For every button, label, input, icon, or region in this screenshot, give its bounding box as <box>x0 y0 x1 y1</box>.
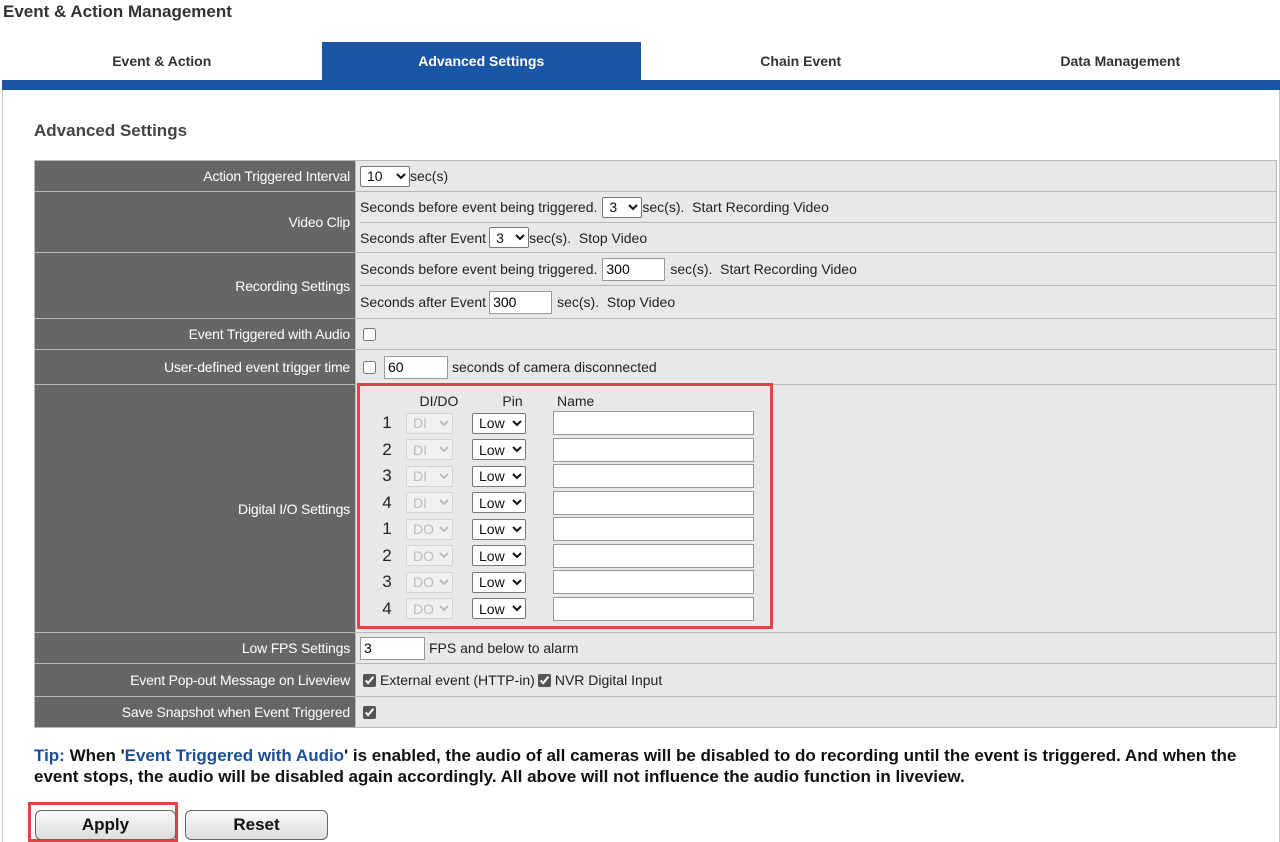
dio-number: 4 <box>382 492 392 512</box>
tab-event-action[interactable]: Event & Action <box>2 42 322 80</box>
user-defined-trigger-checkbox[interactable] <box>363 360 376 374</box>
dio-type-select[interactable]: DO <box>406 518 453 540</box>
dio-name-input[interactable] <box>553 437 754 462</box>
dio-pin-select[interactable]: Low <box>472 439 526 461</box>
tab-bar: Event & Action Advanced Settings Chain E… <box>2 42 1280 80</box>
dio-name-input[interactable] <box>553 464 754 489</box>
tab-advanced-settings[interactable]: Advanced Settings <box>321 42 641 80</box>
nvr-digital-input-label: NVR Digital Input <box>554 672 663 688</box>
dio-type-select[interactable]: DI <box>406 439 453 461</box>
dio-pin-select[interactable]: Low <box>472 465 526 487</box>
settings-table: Action Triggered Interval 10 sec(s) Vide… <box>34 160 1277 728</box>
recording-before-text: Seconds before event being triggered. <box>360 261 598 277</box>
tab-data-management[interactable]: Data Management <box>961 42 1280 80</box>
recording-settings-label: Recording Settings <box>34 252 356 319</box>
dio-number: 4 <box>382 598 392 618</box>
video-clip-after-select[interactable]: 3 <box>489 227 530 248</box>
dio-row: 3 DO Low <box>368 569 754 596</box>
recording-after-input[interactable] <box>489 290 553 314</box>
dio-type-select[interactable]: DO <box>406 545 453 567</box>
action-interval-label: Action Triggered Interval <box>34 160 356 192</box>
video-clip-before-suffix: sec(s). Start Recording Video <box>642 199 829 215</box>
external-event-label: External event (HTTP-in) <box>380 672 535 688</box>
section-title: Advanced Settings <box>34 121 188 140</box>
dio-row: 1 DO Low <box>368 516 754 543</box>
tip-pre: When ' <box>64 746 125 765</box>
dio-number: 1 <box>382 519 392 539</box>
dio-type-select[interactable]: DO <box>406 598 453 620</box>
snapshot-label: Save Snapshot when Event Triggered <box>34 696 356 728</box>
dio-type-select[interactable]: DO <box>406 571 453 593</box>
recording-before-suffix: sec(s). Start Recording Video <box>670 261 857 277</box>
video-clip-label: Video Clip <box>34 191 356 253</box>
digital-io-table: DI/DO Pin Name 1 DI Low 2 DI Low 3 DI Low 4 DI Low 1… <box>368 392 754 622</box>
user-defined-trigger-label: User-defined event trigger time <box>34 349 356 385</box>
external-event-checkbox[interactable] <box>363 673 376 687</box>
dido-header: DI/DO <box>419 393 459 409</box>
app-title: Event & Action Management <box>3 2 232 21</box>
user-defined-trigger-input[interactable] <box>384 355 448 379</box>
dio-row: 4 DI Low <box>368 490 754 517</box>
tip-label: Tip: <box>34 746 65 765</box>
recording-before-input[interactable] <box>602 257 666 281</box>
dio-number: 3 <box>382 466 392 486</box>
popout-label: Event Pop-out Message on Liveview <box>34 663 356 697</box>
audio-trigger-label: Event Triggered with Audio <box>34 318 356 350</box>
reset-button[interactable]: Reset <box>185 810 328 840</box>
low-fps-label: Low FPS Settings <box>34 632 356 664</box>
dio-pin-select[interactable]: Low <box>472 598 526 620</box>
dio-number: 1 <box>382 413 392 433</box>
dio-pin-select[interactable]: Low <box>472 492 526 514</box>
dio-number: 2 <box>382 545 392 565</box>
low-fps-input[interactable] <box>360 636 425 660</box>
dio-type-select[interactable]: DI <box>406 412 453 434</box>
dio-name-input[interactable] <box>553 490 754 515</box>
recording-after-text: Seconds after Event <box>360 294 487 310</box>
low-fps-suffix: FPS and below to alarm <box>429 640 579 656</box>
dio-number: 3 <box>382 572 392 592</box>
video-clip-before-select[interactable]: 3 <box>602 196 643 218</box>
audio-trigger-checkbox[interactable] <box>363 327 376 341</box>
dio-row: 1 DI Low <box>368 410 754 437</box>
video-clip-before-text: Seconds before event being triggered. <box>360 199 598 215</box>
tab-chain-event[interactable]: Chain Event <box>641 42 961 80</box>
dio-name-input[interactable] <box>553 517 754 542</box>
action-interval-unit: sec(s) <box>410 168 449 184</box>
video-clip-after-text: Seconds after Event <box>360 229 487 246</box>
user-defined-trigger-suffix: seconds of camera disconnected <box>452 359 657 375</box>
dio-row: 2 DO Low <box>368 543 754 570</box>
dio-row: 3 DI Low <box>368 463 754 490</box>
dio-pin-select[interactable]: Low <box>472 571 526 593</box>
name-header: Name <box>557 393 595 409</box>
video-clip-after-suffix: sec(s). Stop Video <box>529 229 648 246</box>
dio-name-input[interactable] <box>553 596 754 621</box>
dio-name-input[interactable] <box>553 411 754 436</box>
pin-header: Pin <box>502 393 523 409</box>
apply-button[interactable]: Apply <box>35 810 176 840</box>
dio-name-input[interactable] <box>553 570 754 595</box>
dio-pin-select[interactable]: Low <box>472 545 526 567</box>
digital-io-label: Digital I/O Settings <box>34 384 356 633</box>
nvr-digital-input-checkbox[interactable] <box>537 673 551 687</box>
tip-text: Tip: When 'Event Triggered with Audio' i… <box>34 745 1278 787</box>
snapshot-checkbox[interactable] <box>363 705 376 719</box>
dio-name-input[interactable] <box>553 543 754 568</box>
dio-row: 2 DI Low <box>368 437 754 464</box>
digital-io-highlight: DI/DO Pin Name 1 DI Low 2 DI Low 3 DI Low 4 DI Low 1… <box>357 383 773 629</box>
action-interval-select[interactable]: 10 <box>360 165 410 187</box>
dio-type-select[interactable]: DI <box>406 465 453 487</box>
dio-type-select[interactable]: DI <box>406 492 453 514</box>
dio-row: 4 DO Low <box>368 596 754 623</box>
recording-after-suffix: sec(s). Stop Video <box>557 294 676 310</box>
tip-highlight: Event Triggered with Audio <box>124 746 345 765</box>
dio-number: 2 <box>382 439 392 459</box>
dio-pin-select[interactable]: Low <box>472 518 526 540</box>
dio-pin-select[interactable]: Low <box>472 412 526 434</box>
tab-underline <box>2 80 1280 90</box>
